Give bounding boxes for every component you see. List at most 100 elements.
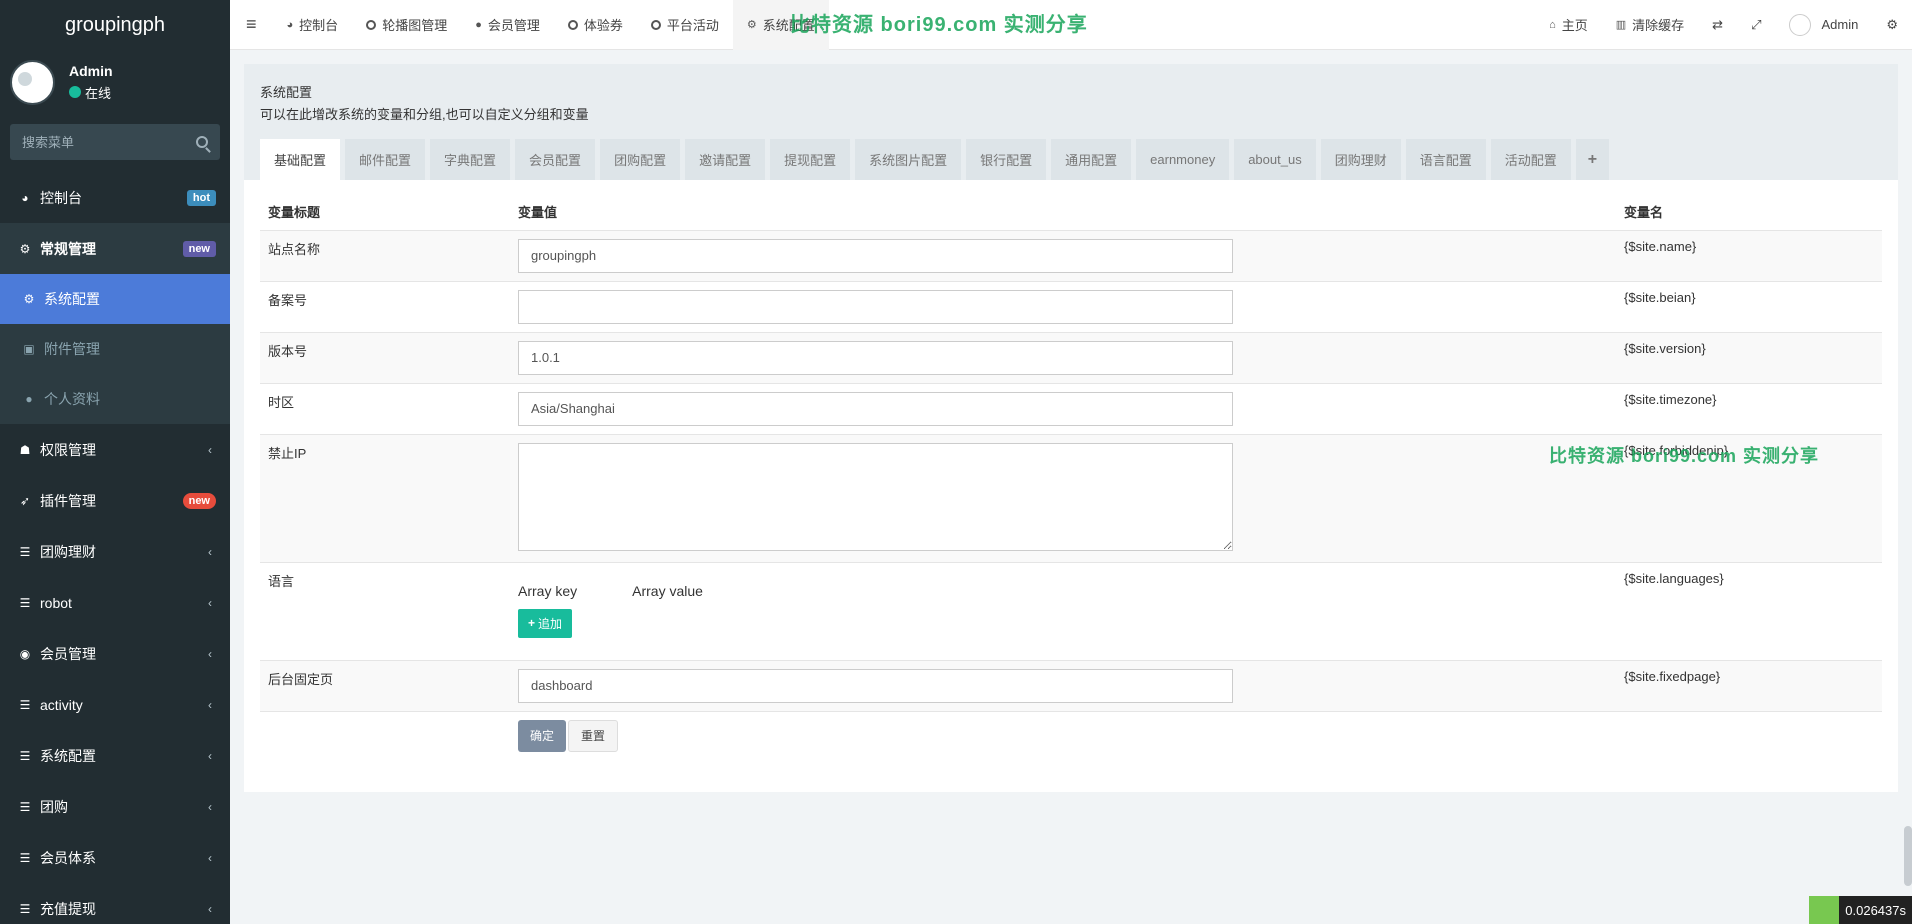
append-button[interactable]: + 追加	[518, 608, 573, 638]
brand-logo[interactable]: groupingph	[0, 0, 230, 50]
sidebar-item-sysconfig[interactable]: ☰ 系统配置 ‹	[0, 730, 230, 781]
sidebar-item-label: 团购理财	[40, 543, 96, 560]
add-tab-button[interactable]: +	[1575, 139, 1610, 180]
clear-cache-label: 清除缓存	[1632, 18, 1685, 33]
circle-icon	[366, 19, 377, 30]
sidebar-item-membership[interactable]: ☰ 会员体系 ‹	[0, 832, 230, 883]
avatar	[10, 59, 55, 105]
list-icon: ☰	[19, 544, 31, 559]
table-row: 站点名称 {$site.name}	[260, 230, 1882, 282]
home-link[interactable]: ⌂ 主页	[1535, 0, 1602, 50]
nav-tab-activity[interactable]: 平台活动	[637, 0, 733, 50]
sidebar-item-addons[interactable]: ➶ 插件管理 new	[0, 475, 230, 526]
fullscreen-icon[interactable]: ⤢	[1737, 0, 1775, 50]
user-menu-label: Admin	[1821, 17, 1859, 32]
page-title: 系统配置	[260, 85, 313, 100]
settings-gear-icon[interactable]: ⚙	[1872, 0, 1912, 50]
tab-groupbuy[interactable]: 团购配置	[600, 139, 681, 180]
sidebar-item-label: 附件管理	[44, 341, 100, 357]
language-toggle-icon[interactable]: ⇄	[1698, 0, 1737, 50]
sidebar-item-label: 会员管理	[40, 645, 96, 662]
sidebar-item-activity[interactable]: ☰ activity ‹	[0, 679, 230, 730]
scrollbar[interactable]	[1904, 826, 1912, 886]
version-input[interactable]	[518, 340, 1233, 375]
site-name-input[interactable]	[518, 238, 1233, 273]
clear-cache-button[interactable]: ▥ 清除缓存	[1602, 0, 1698, 50]
status-text: 在线	[85, 85, 112, 101]
tab-finance[interactable]: 团购理财	[1320, 139, 1401, 180]
config-tabs: 基础配置 邮件配置 字典配置 会员配置 团购配置 邀请配置 提现配置 系统图片配…	[260, 139, 1882, 181]
home-icon: ⌂	[1549, 18, 1556, 31]
nav-tab-banner[interactable]: 轮播图管理	[352, 0, 461, 50]
tab-withdraw[interactable]: 提现配置	[770, 139, 851, 180]
tab-basic[interactable]: 基础配置	[260, 139, 341, 180]
nav-tab-members[interactable]: ● 会员管理	[461, 0, 554, 50]
hot-badge: hot	[186, 189, 216, 206]
trace-logo-icon	[1809, 896, 1840, 924]
sidebar-item-label: 会员体系	[40, 849, 96, 866]
beian-input[interactable]	[518, 289, 1233, 324]
cogs-icon: ⚙	[19, 241, 31, 256]
sidebar-item-members[interactable]: ◉ 会员管理 ‹	[0, 628, 230, 679]
config-table: 变量标题 变量值 变量名 站点名称 {$site.name} 备案号 {$sit…	[260, 194, 1882, 760]
tab-system-images[interactable]: 系统图片配置	[855, 139, 962, 180]
user-icon: ●	[475, 18, 482, 31]
sidebar-search-input[interactable]	[22, 134, 182, 150]
nav-tab-label: 体验券	[583, 18, 623, 33]
tab-about-us[interactable]: about_us	[1234, 139, 1316, 180]
sidebar-item-finance[interactable]: ☰ 团购理财 ‹	[0, 526, 230, 577]
nav-tab-coupon[interactable]: 体验券	[554, 0, 637, 50]
chevron-left-icon: ‹	[208, 697, 212, 712]
list-icon: ☰	[19, 595, 31, 610]
config-panel: 系统配置 可以在此增改系统的变量和分组,也可以自定义分组和变量 基础配置 邮件配…	[244, 64, 1898, 792]
search-icon[interactable]	[196, 136, 208, 148]
forbidden-ip-textarea[interactable]	[518, 442, 1233, 551]
tab-member[interactable]: 会员配置	[515, 139, 596, 180]
submit-button[interactable]: 确定	[518, 719, 567, 752]
reset-button[interactable]: 重置	[568, 719, 619, 752]
sidebar-item-label: 充值提现	[40, 900, 96, 917]
form-actions-row: 确定 重置	[260, 711, 1882, 760]
sidebar-item-system-config[interactable]: ⚙ 系统配置	[0, 274, 230, 324]
tab-invite[interactable]: 邀请配置	[685, 139, 766, 180]
watermark: 比特资源 bori99.com 实测分享	[790, 14, 1088, 36]
tab-bank[interactable]: 银行配置	[966, 139, 1047, 180]
row-title: 备案号	[260, 281, 510, 333]
user-menu[interactable]: Admin	[1775, 0, 1872, 50]
sidebar-item-robot[interactable]: ☰ robot ‹	[0, 577, 230, 628]
table-row: 语言 Array key Array value + 追加 {$site.lang…	[260, 562, 1882, 661]
sidebar-item-general[interactable]: ⚙ 常规管理 new	[0, 223, 230, 274]
sidebar-item-profile[interactable]: ● 个人资料	[0, 374, 230, 424]
debug-timer[interactable]: 0.026437s	[1809, 896, 1912, 924]
tab-earnmoney[interactable]: earnmoney	[1136, 139, 1230, 180]
user-status: 在线	[69, 83, 113, 102]
nav-tab-dashboard[interactable]: ◕ 控制台	[273, 0, 353, 50]
sidebar-toggle-icon[interactable]: ≡	[230, 0, 273, 50]
tab-activity[interactable]: 活动配置	[1490, 139, 1571, 180]
chevron-left-icon: ‹	[208, 901, 212, 916]
sidebar-item-groupbuy[interactable]: ☰ 团购 ‹	[0, 781, 230, 832]
dashboard-icon: ◕	[21, 190, 29, 205]
list-icon: ☰	[19, 748, 31, 763]
chevron-left-icon: ‹	[208, 646, 212, 661]
chevron-left-icon: ‹	[208, 544, 212, 559]
table-row: 时区 {$site.timezone}	[260, 383, 1882, 435]
plus-icon: +	[528, 616, 536, 630]
sidebar-item-dashboard[interactable]: ◕ 控制台 hot	[0, 172, 230, 223]
list-icon: ☰	[19, 850, 31, 865]
sidebar-item-recharge[interactable]: ☰ 充值提现 ‹	[0, 883, 230, 924]
tab-language[interactable]: 语言配置	[1405, 139, 1486, 180]
tab-common[interactable]: 通用配置	[1051, 139, 1132, 180]
sidebar-item-auth[interactable]: ☗ 权限管理 ‹	[0, 424, 230, 475]
circle-icon	[567, 19, 578, 30]
row-title: 语言	[260, 562, 510, 661]
timezone-input[interactable]	[518, 391, 1233, 426]
tab-dictionary[interactable]: 字典配置	[430, 139, 511, 180]
tab-email[interactable]: 邮件配置	[345, 139, 426, 180]
nav-tab-label: 轮播图管理	[382, 18, 448, 33]
dashboard-icon: ◕	[286, 18, 294, 31]
fixed-page-input[interactable]	[518, 668, 1233, 703]
sidebar-item-attachments[interactable]: ▣ 附件管理	[0, 324, 230, 374]
var-name: {$site.beian}	[1616, 281, 1882, 333]
circle-icon	[650, 19, 661, 30]
